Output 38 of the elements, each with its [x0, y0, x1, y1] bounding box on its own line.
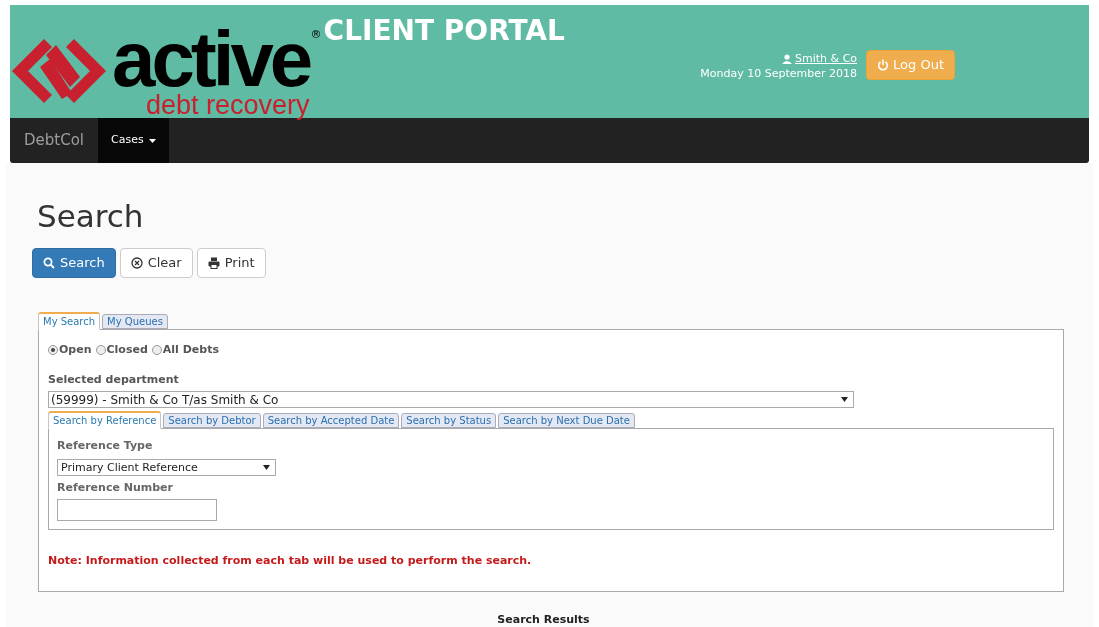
nav-menu-item[interactable]: Cases	[98, 118, 169, 163]
radio-label: Closed	[106, 342, 148, 358]
printer-icon	[207, 257, 220, 269]
power-icon	[877, 59, 890, 71]
tab[interactable]: My Queues	[102, 314, 168, 329]
radio-label: Open	[59, 342, 92, 358]
print-button[interactable]: Print	[196, 248, 266, 278]
field-label: Reference Type	[57, 438, 154, 454]
field-label: Selected department	[48, 371, 180, 388]
dropdown-arrow-icon	[263, 464, 270, 470]
reference-type-dropdown[interactable]: Primary Client Reference	[57, 458, 276, 476]
page-title: Search	[36, 197, 145, 236]
current-date: Monday 10 September 2018	[700, 66, 858, 81]
search-button[interactable]: Search	[32, 248, 116, 278]
portal-title: CLIENT PORTAL	[323, 17, 565, 45]
radio-button[interactable]	[48, 345, 58, 356]
radio-label: All Debts	[162, 342, 219, 358]
clear-button[interactable]: Clear	[119, 248, 193, 278]
tab[interactable]: Search by Status	[401, 413, 497, 428]
tab[interactable]: Search by Debtor	[163, 413, 261, 428]
radio-button[interactable]	[95, 345, 106, 356]
department-dropdown[interactable]: (59999) - Smith & Co T/as Smith & Co	[48, 391, 854, 408]
note-text: Note: Information collected from each tab will be used to perform the search.	[48, 553, 533, 569]
radio-button[interactable]	[151, 345, 162, 356]
registered-mark: ®	[310, 27, 322, 43]
reference-number-field[interactable]	[57, 499, 217, 521]
dropdown-arrow-icon	[841, 397, 848, 402]
tab[interactable]: Search by Next Due Date	[498, 413, 635, 428]
results-heading: Search Results	[496, 612, 591, 627]
tab[interactable]: Search by Reference	[48, 411, 162, 429]
caret-icon	[148, 138, 156, 143]
tab[interactable]: My Search	[38, 312, 101, 330]
search-icon	[43, 257, 55, 269]
field-label: Reference Number	[57, 479, 174, 496]
navbar-brand[interactable]: DebtCol	[10, 118, 98, 163]
tab[interactable]: Search by Accepted Date	[262, 413, 400, 428]
user-icon	[782, 53, 793, 64]
clear-icon	[130, 257, 143, 269]
